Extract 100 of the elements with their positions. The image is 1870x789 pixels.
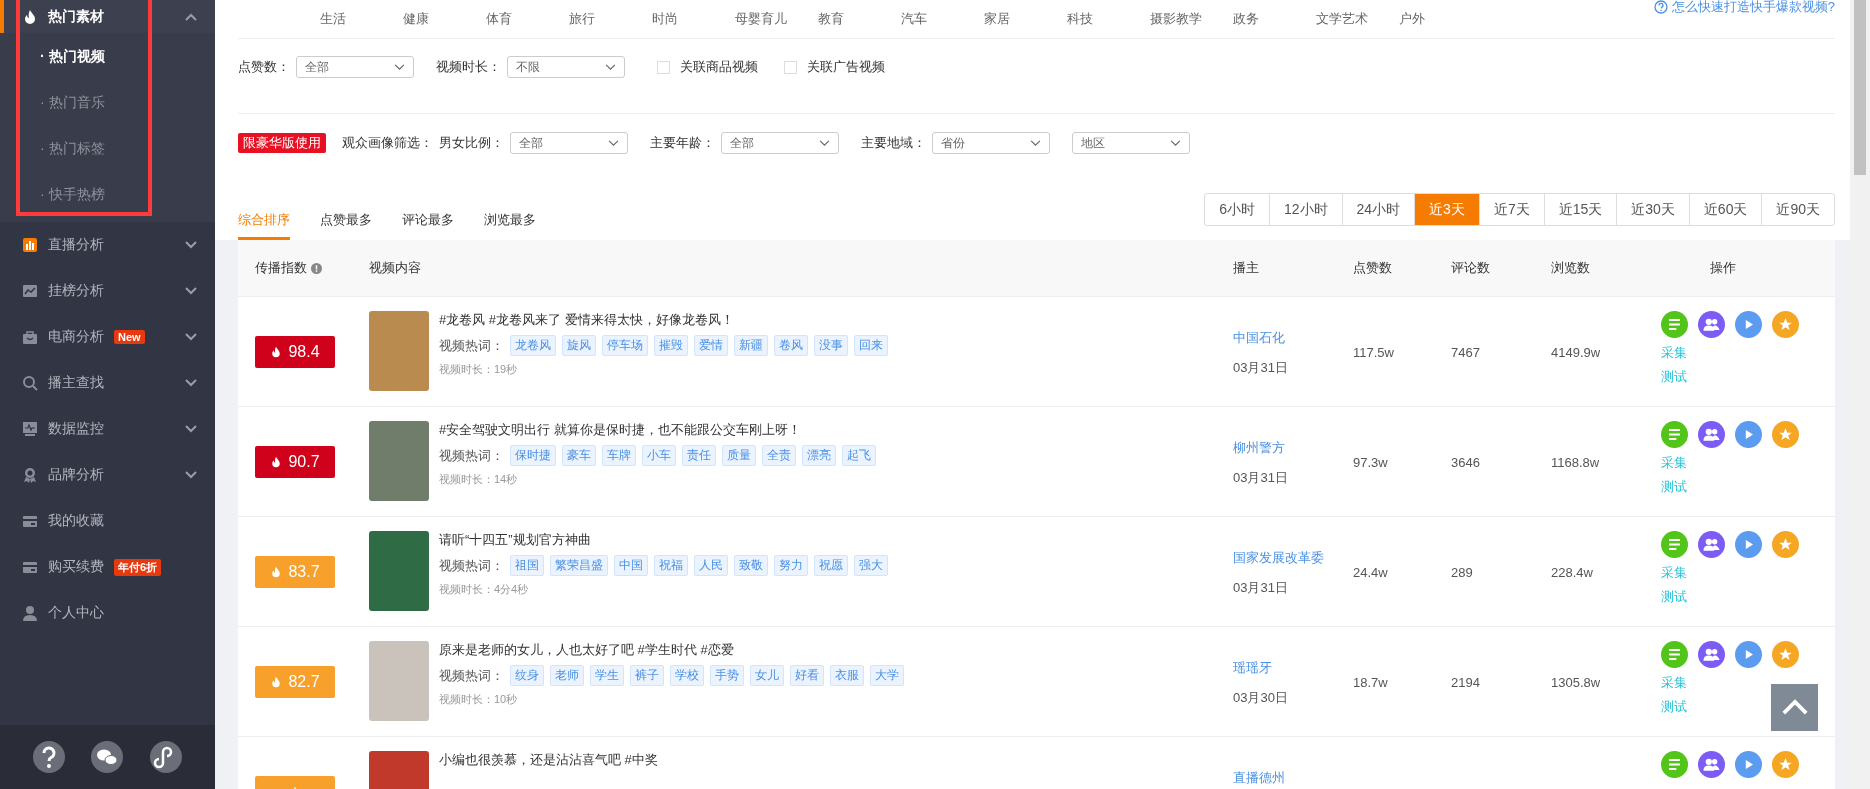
people-icon[interactable] — [1698, 641, 1725, 668]
play-icon[interactable] — [1735, 311, 1762, 338]
sidebar-item[interactable]: 直播分析 — [0, 222, 215, 268]
sidebar-item[interactable]: 热门素材 — [0, 0, 215, 33]
people-icon[interactable] — [1698, 531, 1725, 558]
people-icon[interactable] — [1698, 421, 1725, 448]
keyword-tag[interactable]: 祝福 — [654, 555, 688, 576]
keyword-tag[interactable]: 衣服 — [830, 665, 864, 686]
time-range-button[interactable]: 近3天 — [1414, 194, 1479, 225]
list-icon[interactable] — [1661, 311, 1688, 338]
keyword-tag[interactable]: 中国 — [614, 555, 648, 576]
video-title[interactable]: 请听“十四五”规划官方神曲 — [439, 531, 888, 549]
action-link[interactable]: 采集 — [1661, 564, 1687, 582]
category-link[interactable]: 母婴育儿 — [735, 10, 818, 28]
category-link[interactable]: 户外 — [1399, 10, 1482, 28]
action-link[interactable]: 采集 — [1661, 454, 1687, 472]
keyword-tag[interactable]: 裤子 — [630, 665, 664, 686]
keyword-tag[interactable]: 摧毁 — [654, 335, 688, 356]
back-to-top-button[interactable] — [1771, 684, 1818, 731]
action-link[interactable]: 测试 — [1661, 478, 1687, 496]
action-link[interactable]: 测试 — [1661, 588, 1687, 606]
time-range-button[interactable]: 近90天 — [1761, 194, 1834, 225]
action-link[interactable]: 测试 — [1661, 368, 1687, 386]
play-icon[interactable] — [1735, 531, 1762, 558]
dropdown[interactable]: 不限 — [507, 56, 625, 78]
keyword-tag[interactable]: 保时捷 — [510, 445, 556, 466]
keyword-tag[interactable]: 漂亮 — [802, 445, 836, 466]
sidebar-item[interactable]: 播主查找 — [0, 360, 215, 406]
dropdown[interactable]: 省份 — [932, 132, 1050, 154]
category-link[interactable]: 旅行 — [569, 10, 652, 28]
keyword-tag[interactable]: 纹身 — [510, 665, 544, 686]
keyword-tag[interactable]: 小车 — [642, 445, 676, 466]
checkbox[interactable] — [784, 60, 797, 74]
dropdown[interactable]: 全部 — [721, 132, 839, 154]
keyword-tag[interactable]: 停车场 — [602, 335, 648, 356]
category-link[interactable]: 政务 — [1233, 10, 1316, 28]
sidebar-item[interactable]: 电商分析 New — [0, 314, 215, 360]
category-link[interactable]: 摄影教学 — [1150, 10, 1233, 28]
sort-tab[interactable]: 浏览最多 — [484, 201, 536, 240]
time-range-button[interactable]: 近60天 — [1688, 194, 1762, 225]
play-icon[interactable] — [1735, 751, 1762, 778]
keyword-tag[interactable]: 努力 — [774, 555, 808, 576]
keyword-tag[interactable]: 致敬 — [734, 555, 768, 576]
help-link[interactable]: 怎么快速打造快手爆款视频? — [1653, 0, 1835, 16]
keyword-tag[interactable]: 豪车 — [562, 445, 596, 466]
category-link[interactable]: 时尚 — [652, 10, 735, 28]
host-link[interactable]: 国家发展改革委 — [1233, 549, 1353, 567]
action-link[interactable]: 测试 — [1661, 698, 1687, 716]
submenu-item[interactable]: · 快手热榜 — [0, 171, 215, 217]
action-link[interactable]: 采集 — [1661, 344, 1687, 362]
host-link[interactable]: 瑶瑶牙 — [1233, 659, 1353, 677]
keyword-tag[interactable]: 爱情 — [694, 335, 728, 356]
sort-tab[interactable]: 点赞最多 — [320, 201, 372, 240]
dropdown[interactable]: 地区 — [1072, 132, 1190, 154]
link-icon[interactable] — [149, 741, 182, 773]
submenu-item[interactable]: · 热门标签 — [0, 125, 215, 171]
keyword-tag[interactable]: 祖国 — [510, 555, 544, 576]
category-link[interactable]: 科技 — [1067, 10, 1150, 28]
keyword-tag[interactable]: 新疆 — [734, 335, 768, 356]
category-link[interactable]: 体育 — [486, 10, 569, 28]
sort-tab[interactable]: 评论最多 — [402, 201, 454, 240]
keyword-tag[interactable]: 全责 — [762, 445, 796, 466]
list-icon[interactable] — [1661, 531, 1688, 558]
keyword-tag[interactable]: 起飞 — [842, 445, 876, 466]
category-link[interactable]: 汽车 — [901, 10, 984, 28]
keyword-tag[interactable]: 卷风 — [774, 335, 808, 356]
category-link[interactable]: 家居 — [984, 10, 1067, 28]
sidebar-item[interactable]: 品牌分析 — [0, 452, 215, 498]
sidebar-item[interactable]: 挂榜分析 — [0, 268, 215, 314]
video-title[interactable]: 原来是老师的女儿，人也太好了吧 #学生时代 #恋爱 — [439, 641, 904, 659]
chat-bubbles-icon[interactable] — [91, 741, 124, 773]
time-range-button[interactable]: 近7天 — [1478, 194, 1544, 225]
keyword-tag[interactable]: 手势 — [710, 665, 744, 686]
category-link[interactable]: 文学艺术 — [1316, 10, 1399, 28]
host-link[interactable]: 中国石化 — [1233, 329, 1353, 347]
category-link[interactable]: 生活 — [320, 10, 403, 28]
time-range-button[interactable]: 近30天 — [1616, 194, 1689, 225]
keyword-tag[interactable]: 责任 — [682, 445, 716, 466]
keyword-tag[interactable]: 旋风 — [562, 335, 596, 356]
keyword-tag[interactable]: 繁荣昌盛 — [550, 555, 608, 576]
sidebar-item[interactable]: 个人中心 — [0, 590, 215, 636]
sidebar-item[interactable]: 我的收藏 — [0, 498, 215, 544]
sidebar-item[interactable]: 数据监控 — [0, 406, 215, 452]
keyword-tag[interactable]: 强大 — [854, 555, 888, 576]
keyword-tag[interactable]: 回来 — [854, 335, 888, 356]
keyword-tag[interactable]: 人民 — [694, 555, 728, 576]
category-link[interactable]: 教育 — [818, 10, 901, 28]
keyword-tag[interactable]: 祝愿 — [814, 555, 848, 576]
video-title[interactable]: 小编也很羡慕，还是沾沾喜气吧 #中奖 — [439, 751, 658, 769]
time-range-button[interactable]: 12小时 — [1268, 194, 1342, 225]
list-icon[interactable] — [1661, 751, 1688, 778]
action-link[interactable]: 采集 — [1661, 674, 1687, 692]
time-range-button[interactable]: 6小时 — [1205, 194, 1269, 225]
list-icon[interactable] — [1661, 421, 1688, 448]
keyword-tag[interactable]: 质量 — [722, 445, 756, 466]
video-title[interactable]: #龙卷风 #龙卷风来了 爱情来得太快，好像龙卷风！ — [439, 311, 888, 329]
keyword-tag[interactable]: 没事 — [814, 335, 848, 356]
dropdown[interactable]: 全部 — [296, 56, 414, 78]
host-link[interactable]: 柳州警方 — [1233, 439, 1353, 457]
keyword-tag[interactable]: 女儿 — [750, 665, 784, 686]
